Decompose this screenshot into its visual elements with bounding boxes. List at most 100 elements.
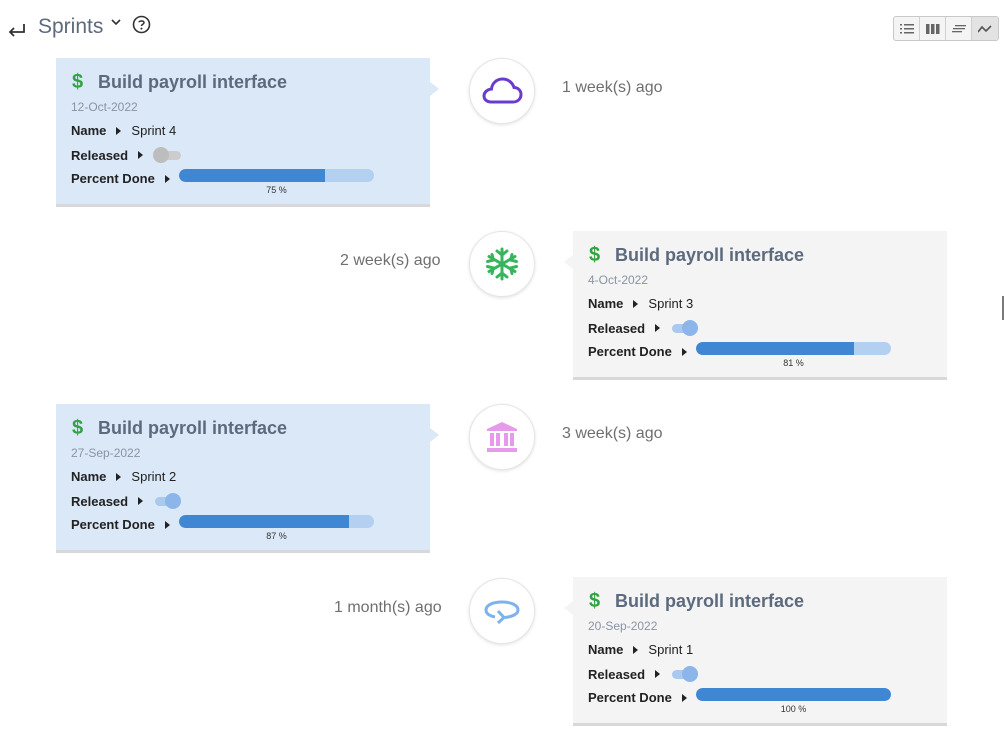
caret-right-icon bbox=[116, 472, 122, 481]
caret-right-icon bbox=[138, 497, 144, 505]
progress-fill bbox=[696, 688, 891, 701]
released-field: Released bbox=[588, 320, 699, 336]
percent-done-label: Percent Done bbox=[588, 690, 672, 705]
card-pointer bbox=[430, 82, 439, 96]
released-toggle[interactable] bbox=[670, 320, 699, 336]
card-date: 20-Sep-2022 bbox=[588, 619, 658, 633]
progress-label: 100 % bbox=[780, 704, 807, 714]
relative-time: 1 week(s) ago bbox=[562, 79, 663, 96]
caret-right-icon bbox=[116, 126, 122, 135]
rotate-arrow-icon bbox=[484, 600, 520, 624]
released-toggle[interactable] bbox=[670, 666, 699, 682]
progress-fill bbox=[179, 515, 349, 528]
progress-bar: 81 % bbox=[696, 342, 891, 368]
released-label: Released bbox=[588, 320, 646, 336]
progress-label: 75 % bbox=[266, 185, 287, 195]
released-label: Released bbox=[71, 147, 129, 163]
timeline-view-icon bbox=[978, 24, 992, 32]
name-label: Name bbox=[71, 469, 107, 484]
relative-time: 1 month(s) ago bbox=[334, 599, 442, 616]
released-toggle[interactable] bbox=[153, 493, 182, 509]
percent-done-label: Percent Done bbox=[71, 171, 155, 186]
cloud-icon bbox=[482, 77, 523, 104]
chevron-down-icon[interactable] bbox=[110, 16, 122, 28]
name-value: Sprint 2 bbox=[131, 469, 177, 484]
card-title-row: $ Build payroll interface bbox=[72, 71, 287, 94]
card-title-row: $ Build payroll interface bbox=[72, 417, 287, 440]
progress-fill bbox=[179, 169, 326, 182]
caret-right-icon bbox=[681, 347, 687, 356]
name-field: Name Sprint 4 bbox=[71, 123, 176, 138]
timeline-card[interactable]: $ Build payroll interface 4-Oct-2022 Nam… bbox=[564, 231, 947, 380]
card-pointer bbox=[564, 255, 573, 269]
timeline-card[interactable]: $ Build payroll interface 27-Sep-2022 Na… bbox=[56, 404, 439, 553]
list-view-button[interactable] bbox=[894, 17, 920, 40]
timeline-card[interactable]: $ Build payroll interface 12-Oct-2022 Na… bbox=[56, 58, 439, 207]
name-field: Name Sprint 2 bbox=[71, 469, 176, 484]
snowflake-icon bbox=[486, 247, 518, 281]
relative-time: 2 week(s) ago bbox=[340, 252, 441, 269]
help-circle-icon[interactable] bbox=[132, 15, 151, 34]
name-value: Sprint 4 bbox=[131, 123, 177, 138]
name-label: Name bbox=[588, 296, 624, 311]
card-pointer bbox=[430, 428, 439, 442]
card-date: 4-Oct-2022 bbox=[588, 273, 649, 287]
page-title[interactable]: Sprints bbox=[38, 15, 103, 39]
percent-done-label: Percent Done bbox=[588, 344, 672, 359]
dollar-icon: $ bbox=[72, 417, 84, 439]
name-value: Sprint 1 bbox=[648, 642, 694, 657]
released-toggle[interactable] bbox=[153, 147, 182, 163]
released-field: Released bbox=[71, 147, 182, 163]
released-field: Released bbox=[71, 493, 182, 509]
caret-right-icon bbox=[633, 645, 639, 654]
timeline-view-button[interactable] bbox=[972, 17, 998, 40]
caret-right-icon bbox=[164, 520, 170, 529]
bank-icon bbox=[487, 422, 517, 452]
column-view-icon bbox=[925, 23, 939, 34]
card-title: Build payroll interface bbox=[615, 245, 805, 265]
progress-bar: 87 % bbox=[179, 515, 374, 541]
name-label: Name bbox=[588, 642, 624, 657]
view-switcher bbox=[893, 16, 999, 41]
list-view-icon bbox=[899, 23, 914, 33]
percent-done-field: Percent Done bbox=[588, 344, 697, 359]
card-title-row: $ Build payroll interface bbox=[589, 244, 804, 267]
card-title-row: $ Build payroll interface bbox=[589, 590, 804, 613]
progress-label: 87 % bbox=[266, 531, 287, 541]
dollar-icon: $ bbox=[72, 71, 84, 93]
card-date: 12-Oct-2022 bbox=[71, 100, 138, 114]
card-date: 27-Sep-2022 bbox=[71, 446, 141, 460]
dollar-icon: $ bbox=[589, 244, 601, 266]
progress-label: 81 % bbox=[783, 358, 804, 368]
timeline-node[interactable] bbox=[469, 578, 535, 644]
caret-right-icon bbox=[138, 151, 144, 159]
percent-done-field: Percent Done bbox=[71, 517, 180, 532]
progress-fill bbox=[696, 342, 854, 355]
back-arrow-icon[interactable] bbox=[6, 20, 28, 40]
released-field: Released bbox=[588, 666, 699, 682]
timeline-node[interactable] bbox=[469, 58, 535, 124]
caret-right-icon bbox=[164, 174, 170, 183]
timeline-card[interactable]: $ Build payroll interface 20-Sep-2022 Na… bbox=[564, 577, 947, 726]
percent-done-label: Percent Done bbox=[71, 517, 155, 532]
caret-right-icon bbox=[655, 670, 661, 678]
text-view-button[interactable] bbox=[946, 17, 972, 40]
timeline-node[interactable] bbox=[469, 231, 535, 297]
name-value: Sprint 3 bbox=[648, 296, 694, 311]
column-view-button[interactable] bbox=[920, 17, 946, 40]
text-view-icon bbox=[951, 24, 966, 32]
timeline-node[interactable] bbox=[469, 404, 535, 470]
card-title: Build payroll interface bbox=[615, 591, 805, 611]
percent-done-field: Percent Done bbox=[71, 171, 180, 186]
progress-bar: 100 % bbox=[696, 688, 891, 714]
card-pointer bbox=[564, 601, 573, 615]
name-label: Name bbox=[71, 123, 107, 138]
relative-time: 3 week(s) ago bbox=[562, 425, 663, 442]
card-title: Build payroll interface bbox=[98, 418, 288, 438]
dollar-icon: $ bbox=[589, 590, 601, 612]
progress-bar: 75 % bbox=[179, 169, 374, 195]
caret-right-icon bbox=[681, 693, 687, 702]
card-title: Build payroll interface bbox=[98, 72, 288, 92]
released-label: Released bbox=[588, 666, 646, 682]
name-field: Name Sprint 3 bbox=[588, 296, 693, 311]
